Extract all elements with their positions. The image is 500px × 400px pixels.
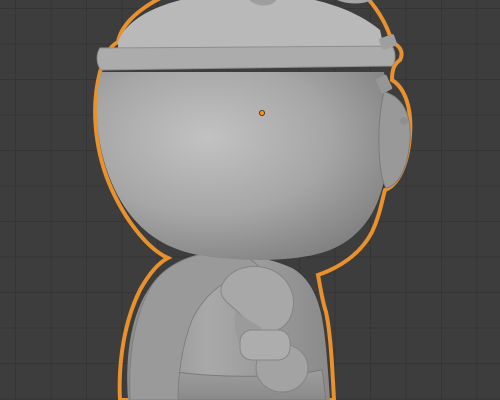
head-mesh[interactable] — [96, 0, 411, 260]
object-origin-icon — [258, 110, 265, 117]
3d-viewport[interactable] — [0, 0, 500, 400]
model-render[interactable] — [0, 0, 500, 400]
